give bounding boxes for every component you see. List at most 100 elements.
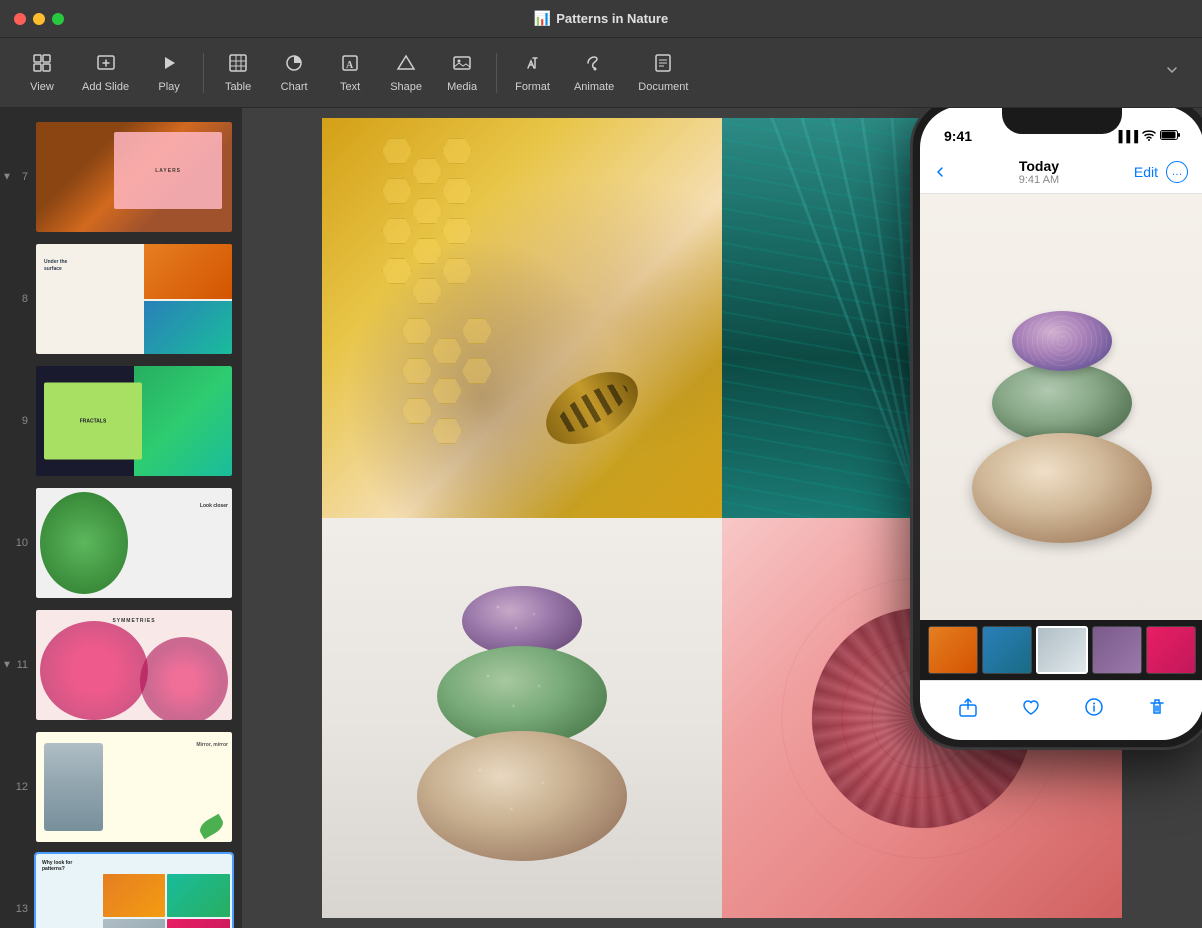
table-icon — [228, 53, 248, 77]
slide-item-8[interactable]: 8 Under thesurface — [0, 238, 242, 360]
urchin-stack — [412, 538, 632, 908]
battery-icon — [1160, 130, 1180, 143]
chart-label: Chart — [281, 81, 308, 93]
toolbar-chart[interactable]: Chart — [268, 47, 320, 99]
slide-item-7[interactable]: ▼ 7 LAYERS — [0, 116, 242, 238]
toolbar-add-slide[interactable]: Add Slide — [72, 47, 139, 99]
back-button[interactable] — [936, 166, 944, 178]
thumb-13-g4 — [167, 919, 230, 928]
iphone-screen: 9:41 ▐▐▐ — [920, 108, 1202, 740]
slide-panel: ▼ 7 LAYERS 8 Under thesurface — [0, 108, 242, 928]
thumb-11-title: SYMMETRIES — [112, 618, 155, 624]
iphone-header-actions: Edit … — [1134, 161, 1188, 183]
animate-icon — [584, 53, 604, 77]
thumb-13-g3 — [103, 919, 166, 928]
toolbar-view[interactable]: View — [16, 47, 68, 99]
close-button[interactable] — [14, 13, 26, 25]
iphone-body: 9:41 ▐▐▐ — [912, 108, 1202, 748]
edit-button[interactable]: Edit — [1134, 164, 1158, 180]
play-icon — [159, 53, 179, 77]
play-label: Play — [158, 81, 179, 93]
thumb-9-card: FRACTALS — [44, 383, 142, 460]
share-button[interactable] — [957, 696, 979, 718]
toolbar-document[interactable]: Document — [628, 47, 698, 99]
slide-thumb-wrapper-9: FRACTALS — [34, 364, 234, 478]
more-button[interactable]: … — [1166, 161, 1188, 183]
toolbar-shape[interactable]: Shape — [380, 47, 432, 99]
thumb-10-text: Look closer — [200, 503, 228, 509]
shape-icon — [396, 53, 416, 77]
toolbar-play[interactable]: Play — [143, 47, 195, 99]
collapse-arrow-11[interactable]: ▼ — [2, 660, 12, 671]
toolbar-media[interactable]: Media — [436, 47, 488, 99]
iphone-header-time: 9:41 AM — [1019, 174, 1059, 186]
thumb-7-content: LAYERS — [114, 132, 222, 209]
filmstrip-thumb-5[interactable] — [1146, 626, 1196, 674]
filmstrip-thumb-4[interactable] — [1092, 626, 1142, 674]
filmstrip-thumb-2[interactable] — [982, 626, 1032, 674]
animate-label: Animate — [574, 81, 614, 93]
filmstrip-thumb-3[interactable] — [1036, 626, 1088, 674]
status-time: 9:41 — [944, 128, 972, 144]
slide-number-10: 10 — [8, 537, 28, 549]
toolbar-format[interactable]: Format — [505, 47, 560, 99]
minimize-button[interactable] — [33, 13, 45, 25]
thumb-9-title: FRACTALS — [80, 418, 107, 424]
slide-item-12[interactable]: 12 Mirror, mirror — [0, 726, 242, 848]
iphone-bottom-toolbar — [920, 680, 1202, 732]
shape-label: Shape — [390, 81, 422, 93]
slide-item-11[interactable]: ▼ 11 SYMMETRIES — [0, 604, 242, 726]
favorite-button[interactable] — [1020, 696, 1042, 718]
filmstrip-thumb-1[interactable] — [928, 626, 978, 674]
iphone-filmstrip — [920, 620, 1202, 680]
chart-icon — [284, 53, 304, 77]
maximize-button[interactable] — [52, 13, 64, 25]
format-label: Format — [515, 81, 550, 93]
slide-number-8: 8 — [8, 293, 28, 305]
slide-thumb-7: LAYERS — [36, 122, 232, 232]
slide-item-10[interactable]: 10 Look closer — [0, 482, 242, 604]
collapse-arrow-7[interactable]: ▼ — [2, 172, 12, 183]
thumb-10-veggie — [40, 492, 128, 594]
slide-thumb-8: Under thesurface — [36, 244, 232, 354]
app-icon: 📊 — [534, 10, 551, 27]
view-icon — [32, 53, 52, 77]
slide-item-9[interactable]: 9 FRACTALS — [0, 360, 242, 482]
slide-thumb-12: Mirror, mirror — [36, 732, 232, 842]
add-slide-label: Add Slide — [82, 81, 129, 93]
phone-urchin-3 — [972, 433, 1152, 543]
slide-number-12: 12 — [8, 781, 28, 793]
thumb-11-circle1 — [40, 621, 148, 720]
thumb-9-ferns — [134, 366, 232, 476]
honeycomb-overlay — [322, 118, 722, 518]
iphone-image-area — [920, 194, 1202, 640]
thumb-8-text: Under thesurface — [44, 259, 67, 273]
toolbar-table[interactable]: Table — [212, 47, 264, 99]
format-icon — [523, 53, 543, 77]
slide-thumb-wrapper-7: LAYERS — [34, 120, 234, 234]
toolbar-sep-1 — [203, 53, 204, 93]
urchin-dots-bot — [417, 731, 627, 861]
add-slide-icon — [96, 53, 116, 77]
slide-item-13[interactable]: 13 Why look forpatterns? — [0, 848, 242, 928]
toolbar-text[interactable]: A Text — [324, 47, 376, 99]
slide-thumb-wrapper-12: Mirror, mirror — [34, 730, 234, 844]
phone-urchin-2 — [992, 363, 1132, 443]
iphone-header-date: Today — [1019, 158, 1059, 174]
delete-button[interactable] — [1146, 696, 1168, 718]
quadrant-bottom-left — [322, 518, 722, 918]
thumb-13-g1 — [103, 874, 166, 917]
thumb-13-g2 — [167, 874, 230, 917]
thumb-7-title: LAYERS — [155, 168, 181, 174]
document-label: Document — [638, 81, 688, 93]
thumb-8-img1 — [144, 244, 232, 299]
slide-thumb-wrapper-13: Why look forpatterns? — [34, 852, 234, 928]
info-button[interactable] — [1083, 696, 1105, 718]
slide-thumb-wrapper-11: SYMMETRIES — [34, 608, 234, 722]
slide-thumb-11: SYMMETRIES — [36, 610, 232, 720]
slide-number-9: 9 — [8, 415, 28, 427]
view-label: View — [30, 81, 54, 93]
toolbar-more[interactable] — [1158, 56, 1186, 89]
slide-group-7: ▼ 7 LAYERS — [0, 116, 242, 238]
toolbar-animate[interactable]: Animate — [564, 47, 624, 99]
